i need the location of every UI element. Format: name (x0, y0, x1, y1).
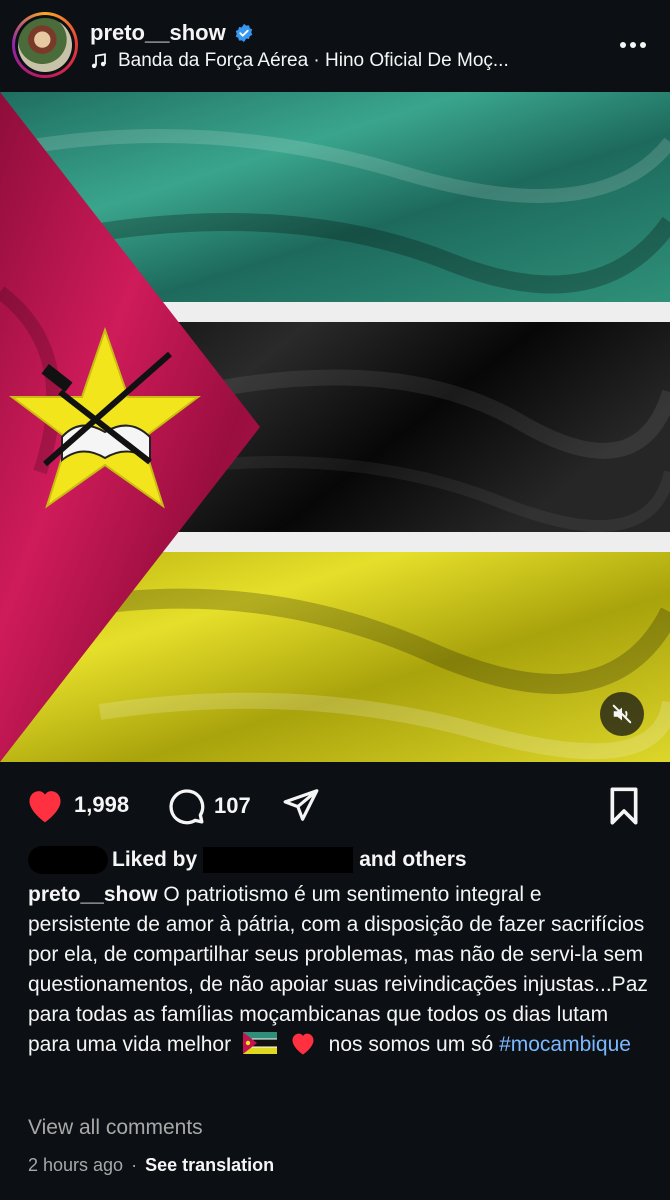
share-button[interactable] (282, 786, 320, 824)
caption-text: O patriotismo é um sentimento integral e… (28, 883, 648, 1056)
meta-separator: · (131, 1155, 138, 1175)
muted-speaker-icon (612, 704, 632, 724)
music-note-icon (91, 53, 106, 69)
liked-by-suffix: and others (359, 848, 467, 871)
hashtag-link[interactable]: #mocambique (499, 1033, 631, 1056)
liked-by-prefix: Liked by (112, 848, 198, 871)
heart-icon (29, 791, 61, 823)
username-row: preto__show (90, 20, 254, 46)
verified-badge-icon (235, 23, 252, 43)
comment-button[interactable]: 107 (166, 786, 251, 826)
liked-by-row[interactable]: Liked by and others (28, 846, 467, 874)
liked-by-user-redacted (203, 847, 354, 873)
post-image[interactable] (0, 92, 670, 762)
username[interactable]: preto__show (90, 20, 226, 46)
profile-avatar[interactable] (12, 12, 78, 78)
see-translation-link[interactable]: See translation (145, 1155, 274, 1176)
caption-username[interactable]: preto__show (28, 883, 158, 906)
mute-button[interactable] (600, 692, 644, 736)
save-button[interactable] (606, 786, 642, 826)
share-icon (283, 789, 319, 821)
like-button[interactable]: 1,998 (24, 786, 129, 824)
bookmark-icon (610, 787, 638, 825)
post-time: 2 hours ago (28, 1155, 124, 1175)
audio-title: Banda da Força Aérea · Hino Oficial De M… (118, 50, 509, 71)
comment-count: 107 (214, 793, 251, 818)
post-meta: 2 hours ago · See translation (28, 1155, 274, 1176)
comment-icon (169, 789, 205, 825)
post-caption: preto__show O patriotismo é um sentiment… (28, 880, 648, 1060)
action-bar: 1,998 107 (0, 770, 670, 840)
view-all-comments-link[interactable]: View all comments (28, 1116, 203, 1140)
post-header: preto__show Banda da Força Aérea · Hino … (0, 0, 670, 92)
like-count: 1,998 (74, 792, 130, 817)
red-heart-emoji-icon (292, 1033, 314, 1055)
mozambique-flag-emoji-icon (242, 1032, 277, 1054)
audio-row[interactable]: Banda da Força Aérea · Hino Oficial De M… (90, 50, 509, 72)
liked-by-avatars-redacted (28, 846, 108, 874)
mozambique-flag-image (0, 92, 670, 762)
more-options-icon[interactable] (618, 30, 648, 60)
caption-tail: nos somos um só (328, 1033, 494, 1056)
